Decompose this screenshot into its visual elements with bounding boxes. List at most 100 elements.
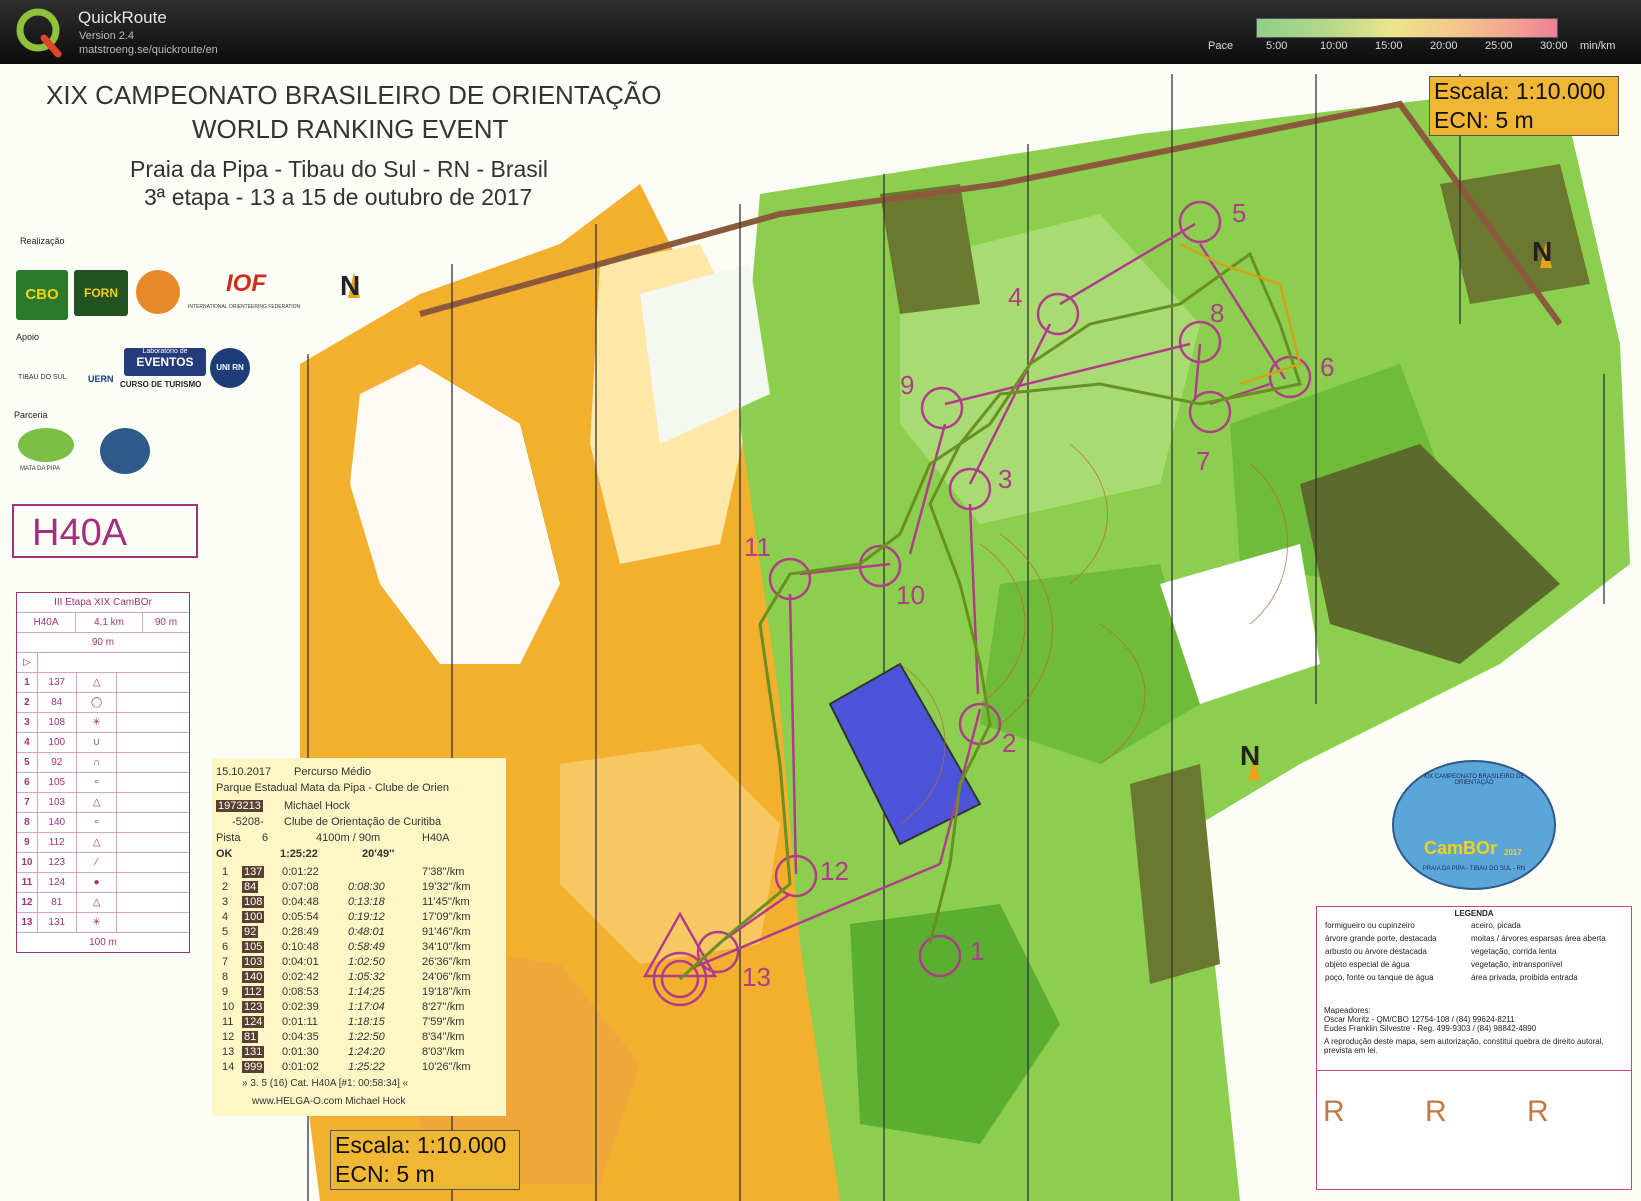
- cd-row-code: 137: [38, 673, 77, 692]
- forn-logo: FORN: [74, 270, 128, 316]
- cd-row: 11 124 ●: [17, 872, 189, 892]
- cd-row-number: 13: [17, 913, 38, 932]
- split-code: 81: [242, 1031, 259, 1043]
- cd-feature-icon: ∪: [77, 733, 118, 752]
- mapper-credits: Mapeadores: Oscar Moritz - QM/CBO 12754-…: [1316, 1006, 1630, 1055]
- split-leg-time: 0:10:48: [282, 941, 319, 953]
- class-name-box: H40A: [12, 504, 198, 558]
- event-logo-year: 2017: [1504, 848, 1522, 857]
- control-number: 7: [1196, 446, 1211, 476]
- splits-course-length: 4100m / 90m: [316, 832, 381, 844]
- pace-label: Pace: [1208, 40, 1234, 52]
- cd-feature-icon: ∘: [77, 813, 118, 832]
- cd-row-number: 6: [17, 773, 38, 792]
- iof-logo-caption: INTERNATIONAL ORIENTEERING FEDERATION: [188, 304, 301, 310]
- cd-feature-icon: ∘: [77, 773, 118, 792]
- cd-row: 13 131 ✳: [17, 912, 189, 932]
- split-number: 7: [222, 956, 229, 968]
- pace-tick: 25:00: [1485, 40, 1513, 52]
- split-number: 5: [222, 926, 229, 938]
- cd-feature-icon: ●: [77, 873, 118, 892]
- cd-row: 12 81 △: [17, 892, 189, 912]
- north-label: N: [1240, 740, 1261, 771]
- cd-detail-cell: [117, 793, 189, 812]
- r-letter: R: [1425, 1095, 1447, 1128]
- split-number: 14: [222, 1061, 235, 1073]
- cd-row-number: 5: [17, 753, 38, 772]
- cd-detail-cell: [117, 673, 189, 692]
- pace-tick: 30:00: [1540, 40, 1568, 52]
- splits-class: H40A: [422, 832, 450, 844]
- split-pace: 10'26''/km: [422, 1061, 471, 1073]
- turismo-logo: CURSO DE TURISMO: [120, 380, 202, 389]
- pace-tick: 10:00: [1320, 40, 1348, 52]
- control-number: 3: [998, 464, 1013, 494]
- legend-item: arbusto ou árvore destacada: [1325, 947, 1427, 956]
- sponsor-heading: Realização: [20, 236, 65, 246]
- cd-feature-icon: ◯: [77, 693, 118, 712]
- cd-detail-cell: [117, 893, 189, 912]
- split-number: 6: [222, 941, 229, 953]
- splits-si: 1973213: [216, 800, 263, 812]
- split-pace: 91'46''/km: [422, 926, 471, 938]
- split-cumulative: 0:19:12: [348, 911, 385, 923]
- cd-row: 5 92 ∩: [17, 752, 189, 772]
- uern-logo: UERN: [88, 374, 114, 384]
- cd-row: 9 112 △: [17, 832, 189, 852]
- cd-row: 6 105 ∘: [17, 772, 189, 792]
- app-titlebar: QuickRoute Version 2.4 matstroeng.se/qui…: [0, 0, 1641, 64]
- pace-color-scale[interactable]: [1256, 18, 1558, 38]
- legend-title: LEGENDA: [1454, 909, 1494, 918]
- legend-item: árvore grande porte, destacada: [1325, 934, 1437, 943]
- split-leg-time: 0:01:30: [282, 1046, 319, 1058]
- split-cumulative: 0:13:18: [348, 896, 385, 908]
- cd-detail-cell: [117, 713, 189, 732]
- cd-row: 10 123 ⁄: [17, 852, 189, 872]
- cd-row-code: 140: [38, 813, 77, 832]
- control-number: 13: [742, 962, 771, 992]
- scale-box: Escala: 1:10.000 ECN: 5 m: [1429, 76, 1619, 136]
- cd-finish-distance: 100 m: [17, 932, 189, 952]
- orienteering-map[interactable]: 1 2 3 4 5 6 7 8 9 10 11 12 13 N N N XIX …: [0, 64, 1641, 1201]
- app-url[interactable]: matstroeng.se/quickroute/en: [79, 44, 218, 56]
- split-number: 13: [222, 1046, 235, 1058]
- split-pace: 19'18''/km: [422, 986, 471, 998]
- cd-row-number: 12: [17, 893, 38, 912]
- cd-row-number: 4: [17, 733, 38, 752]
- cd-detail-cell: [117, 773, 189, 792]
- scale-label: Escala: 1:10.000: [335, 1132, 507, 1158]
- split-code: 103: [242, 956, 265, 968]
- split-code: 100: [242, 911, 265, 923]
- pace-tick: 20:00: [1430, 40, 1458, 52]
- r-letter: R: [1323, 1095, 1345, 1128]
- copyright-notice: A reprodução deste mapa, sem autorização…: [1324, 1037, 1604, 1055]
- sponsor-heading: Parceria: [14, 410, 48, 420]
- cd-row: 7 103 △: [17, 792, 189, 812]
- cd-feature-icon: △: [77, 793, 118, 812]
- club-logo-icon: [136, 270, 180, 314]
- split-code: 92: [242, 926, 259, 938]
- cd-detail-cell: [117, 693, 189, 712]
- split-cumulative: 1:14:25: [348, 986, 385, 998]
- cd-class: H40A: [17, 613, 76, 632]
- split-pace: 24'06''/km: [422, 971, 471, 983]
- splits-venue: Parque Estadual Mata da Pipa - Clube de …: [216, 782, 449, 794]
- split-leg-time: 0:04:48: [282, 896, 319, 908]
- cd-row-code: 100: [38, 733, 77, 752]
- splits-club-code: -5208-: [232, 816, 264, 828]
- legend-item: aceiro, picada: [1471, 921, 1521, 930]
- cd-feature-icon: ⁄: [77, 853, 118, 872]
- split-number: 9: [222, 986, 229, 998]
- split-times-printout: 15.10.2017 Percurso Médio Parque Estadua…: [212, 758, 506, 1116]
- split-leg-time: 0:02:42: [282, 971, 319, 983]
- control-number: 10: [896, 580, 925, 610]
- cd-row-code: 123: [38, 853, 77, 872]
- cd-detail-cell: [117, 853, 189, 872]
- event-logo-place: PRAIA DA PIPA - TIBAU DO SUL - RN: [1422, 866, 1526, 872]
- cd-climb: 90 m: [154, 617, 178, 628]
- cd-row-number: 2: [17, 693, 38, 712]
- cd-row-code: 131: [38, 913, 77, 932]
- split-pace: 7'38''/km: [422, 866, 465, 878]
- split-code: 84: [242, 881, 259, 893]
- legend-item: vegetação, corrida lenta: [1471, 947, 1557, 956]
